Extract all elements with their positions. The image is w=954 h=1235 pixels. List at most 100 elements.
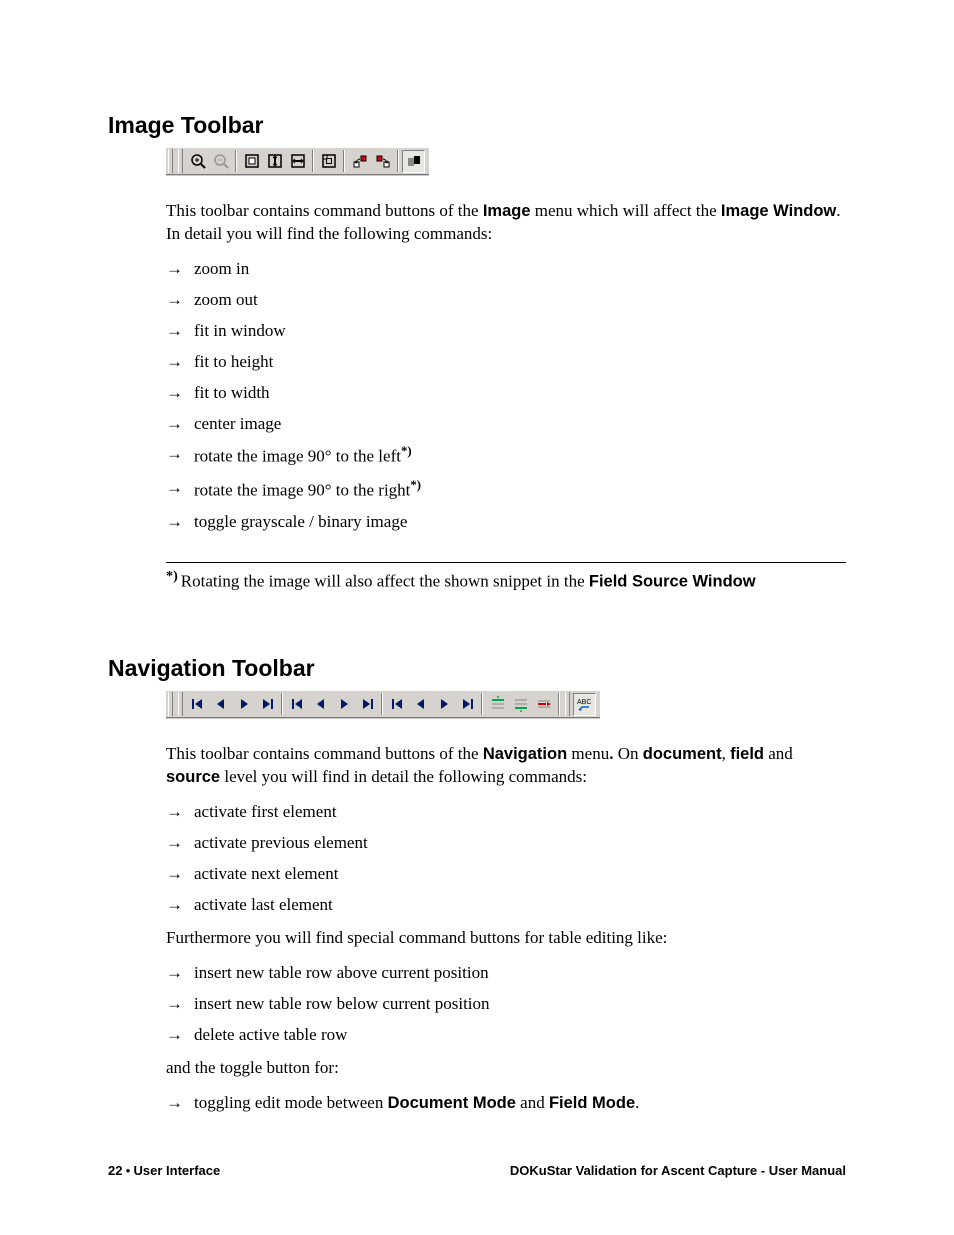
- zoom-out-icon: [209, 150, 232, 173]
- toolbar-grip-icon: [168, 692, 173, 716]
- navigation-toolbar-container: ABC: [166, 690, 846, 723]
- footer-right: DOKuStar Validation for Ascent Capture -…: [510, 1162, 846, 1180]
- bold-text: Field Mode: [549, 1094, 635, 1112]
- fit-window-icon: [240, 150, 263, 173]
- text: .: [635, 1093, 639, 1112]
- navigation-toolbar-description: This toolbar contains command buttons of…: [166, 743, 846, 1114]
- text: menu: [567, 744, 609, 763]
- section-name: User Interface: [134, 1163, 221, 1178]
- list-item: zoom out: [166, 289, 846, 312]
- bold-text: document: [643, 745, 722, 763]
- edit-mode-toggle-icon: ABC: [573, 693, 596, 716]
- text: and: [516, 1093, 549, 1112]
- footnote-marker: *): [166, 568, 178, 584]
- toolbar-separator-icon: [281, 693, 283, 715]
- prev-source-icon: [409, 693, 432, 716]
- list-item: rotate the image 90° to the right*): [166, 477, 846, 503]
- footer-left: 22 • User Interface: [108, 1162, 220, 1180]
- prev-field-icon: [309, 693, 332, 716]
- toolbar-grip-icon: [565, 692, 570, 716]
- image-toolbar-container: [166, 147, 846, 180]
- toolbar-separator-icon: [312, 150, 314, 172]
- next-field-icon: [332, 693, 355, 716]
- center-image-icon: [317, 150, 340, 173]
- footnote-star: *): [401, 444, 412, 458]
- navigation-toolbar-section: Navigation Toolbar: [108, 653, 846, 1114]
- delete-row-icon: [532, 693, 555, 716]
- paragraph: and the toggle button for:: [166, 1057, 846, 1080]
- text: toggling edit mode between: [194, 1093, 388, 1112]
- next-source-icon: [432, 693, 455, 716]
- separator: •: [122, 1163, 133, 1178]
- last-doc-icon: [255, 693, 278, 716]
- rotate-right-icon: [371, 150, 394, 173]
- first-doc-icon: [186, 693, 209, 716]
- toolbar-separator-icon: [481, 693, 483, 715]
- image-toolbar-description: This toolbar contains command buttons of…: [166, 200, 846, 593]
- list-item: toggling edit mode between Document Mode…: [166, 1092, 846, 1115]
- heading-image-toolbar: Image Toolbar: [108, 110, 846, 141]
- first-source-icon: [386, 693, 409, 716]
- list-item: fit to width: [166, 382, 846, 405]
- list-item: fit to height: [166, 351, 846, 374]
- document-page: Image Toolbar: [0, 0, 954, 1235]
- toolbar-grip-icon: [178, 149, 183, 173]
- toolbar-grip-icon: [168, 149, 173, 173]
- footnote-rule: [166, 562, 846, 563]
- heading-navigation-toolbar: Navigation Toolbar: [108, 653, 846, 684]
- list-item: activate last element: [166, 894, 846, 917]
- text: menu which will affect the: [531, 201, 721, 220]
- last-source-icon: [455, 693, 478, 716]
- toolbar-separator-icon: [397, 150, 399, 172]
- insert-row-below-icon: [509, 693, 532, 716]
- command-list: activate first element activate previous…: [166, 801, 846, 917]
- text: and: [764, 744, 793, 763]
- bold-text: source: [166, 768, 220, 786]
- toolbar-grip-icon: [178, 692, 183, 716]
- list-item: rotate the image 90° to the left*): [166, 443, 846, 469]
- intro-paragraph: This toolbar contains command buttons of…: [166, 200, 846, 246]
- toolbar-separator-icon: [235, 150, 237, 172]
- navigation-toolbar: ABC: [166, 690, 600, 718]
- bold-text: Field Source Window: [589, 572, 756, 590]
- text: level you will find in detail the follow…: [220, 767, 587, 786]
- rotate-left-icon: [348, 150, 371, 173]
- intro-paragraph: This toolbar contains command buttons of…: [166, 743, 846, 789]
- toolbar-separator-icon: [381, 693, 383, 715]
- list-item: activate first element: [166, 801, 846, 824]
- text: On: [613, 744, 642, 763]
- svg-text:ABC: ABC: [577, 699, 591, 706]
- text: ,: [722, 744, 731, 763]
- grayscale-toggle-icon: [402, 150, 425, 173]
- prev-doc-icon: [209, 693, 232, 716]
- last-field-icon: [355, 693, 378, 716]
- list-item: activate next element: [166, 863, 846, 886]
- bold-text: Navigation: [483, 745, 567, 763]
- bold-text: Document Mode: [388, 1094, 516, 1112]
- list-item: zoom in: [166, 258, 846, 281]
- page-number: 22: [108, 1163, 122, 1178]
- image-toolbar: [166, 147, 429, 175]
- list-item: fit in window: [166, 320, 846, 343]
- list-item: center image: [166, 413, 846, 436]
- list-item: insert new table row below current posit…: [166, 993, 846, 1016]
- next-doc-icon: [232, 693, 255, 716]
- list-item: activate previous element: [166, 832, 846, 855]
- text: This toolbar contains command buttons of…: [166, 201, 483, 220]
- footnote: *)Rotating the image will also affect th…: [166, 567, 846, 594]
- bold-text: Image Window: [721, 202, 836, 220]
- fit-height-icon: [263, 150, 286, 173]
- bold-text: Image: [483, 202, 531, 220]
- paragraph: Furthermore you will find special comman…: [166, 927, 846, 950]
- text: rotate the image 90° to the left: [194, 447, 401, 466]
- list-item: insert new table row above current posit…: [166, 962, 846, 985]
- bold-text: field: [730, 745, 764, 763]
- text: This toolbar contains command buttons of…: [166, 744, 483, 763]
- command-list: toggling edit mode between Document Mode…: [166, 1092, 846, 1115]
- list-item: toggle grayscale / binary image: [166, 511, 846, 534]
- command-list: zoom in zoom out fit in window fit to he…: [166, 258, 846, 534]
- first-field-icon: [286, 693, 309, 716]
- text: rotate the image 90° to the right: [194, 481, 410, 500]
- zoom-in-icon: [186, 150, 209, 173]
- list-item: delete active table row: [166, 1024, 846, 1047]
